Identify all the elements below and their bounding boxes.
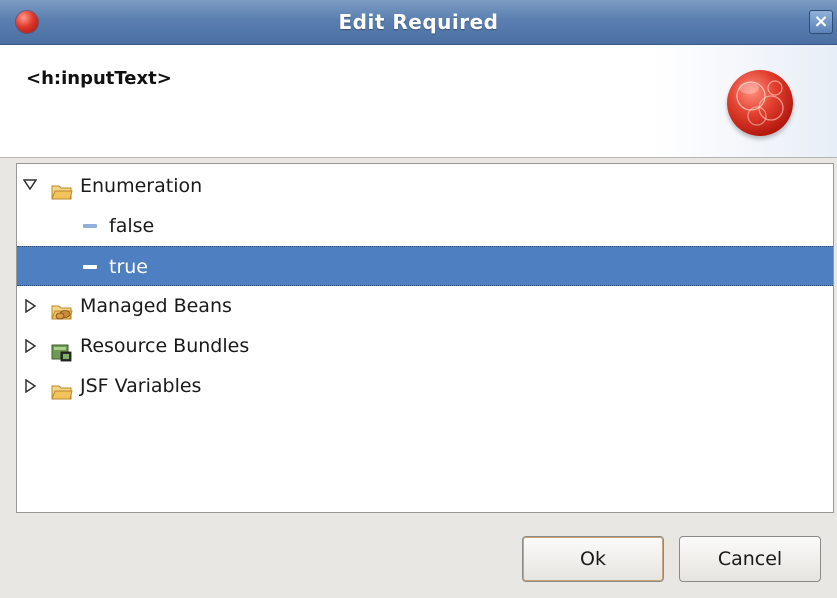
tree-item-true[interactable]: true (17, 246, 833, 286)
variables-tree[interactable]: Enumeration false true Managed Beans Res… (16, 163, 834, 513)
cancel-button[interactable]: Cancel (679, 536, 821, 582)
beans-folder-icon (51, 296, 73, 320)
component-tag: <h:inputText> (26, 68, 172, 89)
tree-item-false[interactable]: false (17, 206, 833, 246)
tree-item-resource-bundles[interactable]: Resource Bundles (17, 326, 833, 366)
tree-item-jsf-variables[interactable]: JSF Variables (17, 366, 833, 406)
red-sphere-logo-icon (727, 70, 793, 136)
ok-button[interactable]: Ok (522, 536, 664, 582)
tree-item-label: Resource Bundles (80, 335, 250, 357)
dialog-header: <h:inputText> (0, 45, 837, 158)
tree-item-label: Managed Beans (80, 295, 232, 317)
tree-item-managed-beans[interactable]: Managed Beans (17, 286, 833, 326)
tree-item-label: JSF Variables (80, 375, 202, 397)
tree-item-enumeration[interactable]: Enumeration (17, 166, 833, 206)
triangle-right-icon[interactable] (25, 366, 41, 406)
resource-bundle-icon (51, 336, 73, 362)
close-icon: × (813, 11, 829, 32)
triangle-right-icon[interactable] (25, 326, 41, 366)
tree-item-label: false (109, 215, 155, 237)
dialog-title: Edit Required (338, 10, 499, 34)
title-bar[interactable]: Edit Required × (0, 0, 837, 45)
triangle-down-icon[interactable] (23, 166, 39, 206)
dash-icon (83, 265, 97, 269)
button-bar: Ok Cancel (0, 514, 837, 598)
folder-icon (51, 176, 73, 200)
close-button[interactable]: × (809, 10, 833, 34)
tree-item-label: Enumeration (80, 175, 203, 197)
tree-item-label: true (109, 256, 148, 278)
triangle-right-icon[interactable] (25, 286, 41, 326)
edit-required-dialog: Edit Required × <h:inputText> Enumeratio… (0, 0, 837, 598)
folder-icon (51, 376, 73, 400)
dash-icon (83, 224, 97, 228)
